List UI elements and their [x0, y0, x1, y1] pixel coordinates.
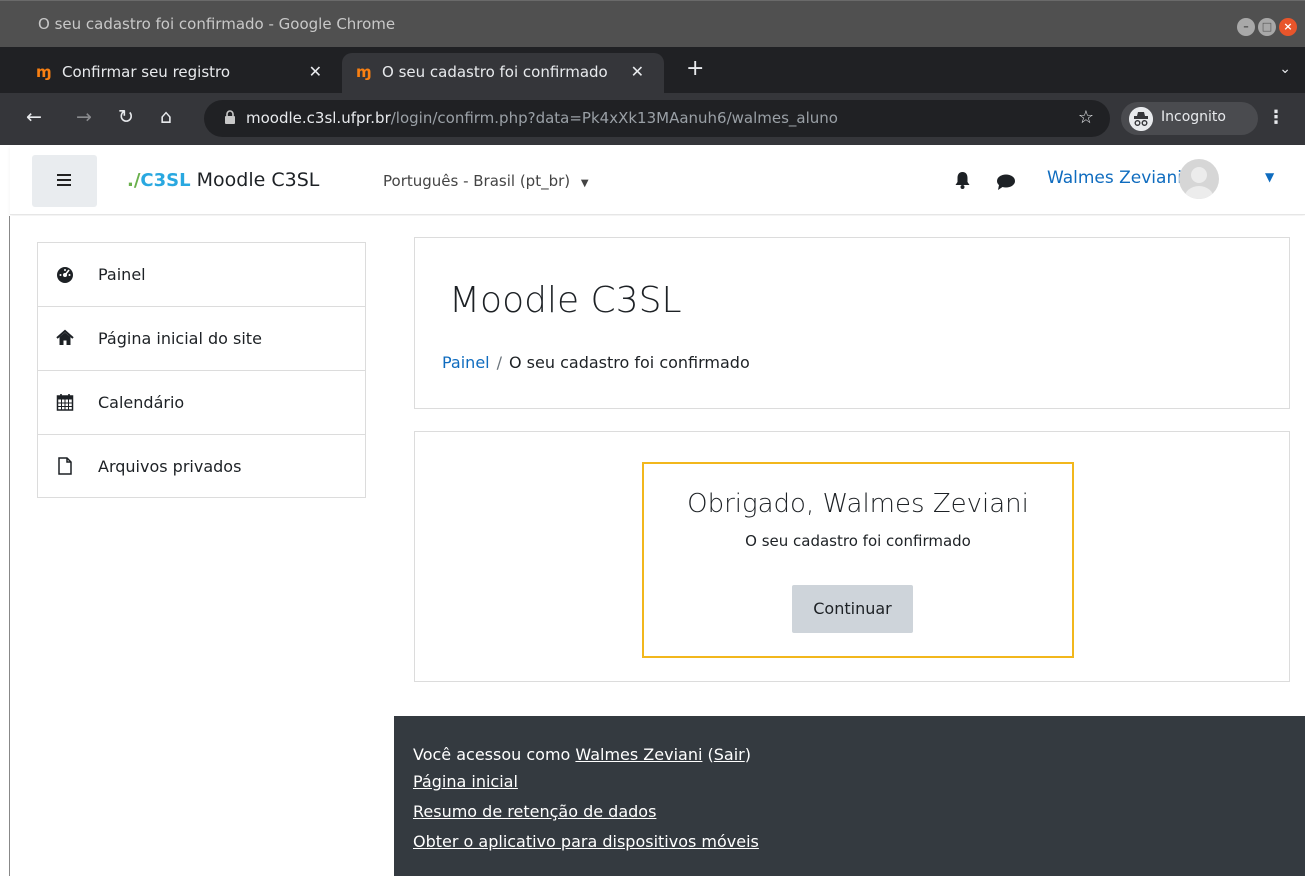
incognito-icon — [1129, 107, 1153, 131]
caret-down-icon: ▼ — [580, 178, 589, 189]
reload-icon[interactable]: ↻ — [118, 106, 134, 128]
c3sl-logo: ./C3SL — [127, 170, 191, 191]
sidebar-item-pagina-inicial[interactable]: Página inicial do site — [38, 307, 365, 371]
window-controls: – □ × — [1237, 18, 1297, 36]
tab-title: Confirmar seu registro — [62, 63, 231, 81]
lock-icon — [225, 110, 235, 124]
page-footer: Você acessou como Walmes Zeviani (Sair) … — [394, 716, 1305, 876]
url-text: moodle.c3sl.ufpr.br/login/confirm.php?da… — [246, 109, 838, 127]
back-arrow-icon[interactable]: ← — [26, 106, 42, 128]
drawer-toggle-button[interactable] — [32, 155, 97, 207]
tab-search-chevron-icon[interactable]: ⌄ — [1279, 61, 1291, 77]
footer-home-link[interactable]: Página inicial — [413, 772, 518, 791]
tab-strip: ɱ Confirmar seu registro ✕ ɱ O seu cadas… — [0, 47, 1305, 93]
sidebar-item-label: Arquivos privados — [98, 457, 242, 476]
breadcrumb: Painel / O seu cadastro foi confirmado — [442, 353, 750, 372]
close-window-button[interactable]: × — [1279, 18, 1297, 36]
sidebar-nav: Painel Página inicial do site Calendário… — [37, 242, 366, 498]
home-icon — [56, 329, 74, 345]
browser-menu-icon[interactable]: ⋮ — [1267, 107, 1285, 128]
page-title: Moodle C3SL — [449, 280, 682, 321]
tab-title: O seu cadastro foi confirmado — [382, 63, 608, 81]
home-icon[interactable]: ⌂ — [160, 106, 172, 128]
confirmation-notice: Obrigado, Walmes Zeviani O seu cadastro … — [642, 462, 1074, 658]
site-brand[interactable]: ./C3SL Moodle C3SL — [127, 169, 319, 191]
forward-arrow-icon[interactable]: → — [76, 106, 92, 128]
browser-toolbar: ← → ↻ ⌂ moodle.c3sl.ufpr.br/login/confir… — [0, 93, 1305, 145]
default-user-icon — [1184, 167, 1214, 199]
address-bar[interactable]: moodle.c3sl.ufpr.br/login/confirm.php?da… — [204, 100, 1110, 137]
logged-in-info: Você acessou como Walmes Zeviani (Sair) — [413, 745, 751, 764]
file-icon — [58, 457, 72, 475]
breadcrumb-current: O seu cadastro foi confirmado — [509, 353, 750, 372]
window-left-edge — [9, 216, 10, 876]
hamburger-icon — [57, 174, 71, 189]
notice-heading: Obrigado, Walmes Zeviani — [687, 489, 1029, 519]
main-content-card: Obrigado, Walmes Zeviani O seu cadastro … — [414, 431, 1290, 682]
data-retention-link[interactable]: Resumo de retenção de dados — [413, 802, 656, 821]
breadcrumb-separator: / — [496, 353, 502, 372]
moodle-navbar: ./C3SL Moodle C3SL Português - Brasil (p… — [10, 145, 1305, 215]
sidebar-item-painel[interactable]: Painel — [38, 243, 365, 307]
language-menu[interactable]: Português - Brasil (pt_br) ▼ — [383, 172, 589, 190]
maximize-button[interactable]: □ — [1258, 18, 1276, 36]
footer-user-link[interactable]: Walmes Zeviani — [575, 745, 702, 764]
notice-message: O seu cadastro foi confirmado — [745, 532, 971, 550]
user-menu-caret-icon[interactable]: ▼ — [1265, 170, 1274, 184]
sidebar-item-label: Calendário — [98, 393, 185, 412]
tab-confirmar-registro[interactable]: ɱ Confirmar seu registro ✕ — [22, 53, 342, 93]
messages-bubble-icon[interactable] — [996, 174, 1016, 190]
language-label: Português - Brasil (pt_br) — [383, 172, 571, 190]
tab-cadastro-confirmado[interactable]: ɱ O seu cadastro foi confirmado ✕ — [342, 53, 664, 93]
moodle-favicon-icon: ɱ — [36, 63, 52, 81]
dashboard-icon — [57, 267, 73, 283]
logout-link[interactable]: Sair — [714, 745, 745, 764]
sidebar-item-arquivos-privados[interactable]: Arquivos privados — [38, 435, 365, 497]
window-title: O seu cadastro foi confirmado - Google C… — [38, 15, 396, 33]
new-tab-button[interactable]: + — [686, 56, 704, 81]
notifications-bell-icon[interactable] — [954, 171, 971, 189]
site-name: Moodle C3SL — [196, 169, 320, 191]
incognito-badge[interactable]: Incognito — [1121, 102, 1258, 135]
logged-in-prefix: Você acessou como — [413, 745, 571, 764]
user-name[interactable]: Walmes Zeviani — [1047, 168, 1182, 188]
calendar-icon — [56, 394, 74, 411]
mobile-app-link[interactable]: Obter o aplicativo para dispositivos móv… — [413, 832, 759, 851]
close-tab-icon[interactable]: ✕ — [631, 62, 644, 81]
minimize-button[interactable]: – — [1237, 18, 1255, 36]
sidebar-item-calendario[interactable]: Calendário — [38, 371, 365, 435]
breadcrumb-link-painel[interactable]: Painel — [442, 353, 490, 372]
continue-button[interactable]: Continuar — [792, 585, 913, 633]
user-avatar[interactable] — [1179, 159, 1219, 199]
page-header-card: Moodle C3SL Painel / O seu cadastro foi co… — [414, 237, 1290, 409]
sidebar-item-label: Página inicial do site — [98, 329, 262, 348]
bookmark-star-icon[interactable]: ☆ — [1078, 107, 1094, 128]
window-titlebar: O seu cadastro foi confirmado - Google C… — [0, 0, 1305, 47]
moodle-favicon-icon: ɱ — [356, 63, 372, 81]
sidebar-item-label: Painel — [98, 265, 146, 284]
close-tab-icon[interactable]: ✕ — [309, 62, 322, 81]
incognito-label: Incognito — [1161, 109, 1226, 125]
